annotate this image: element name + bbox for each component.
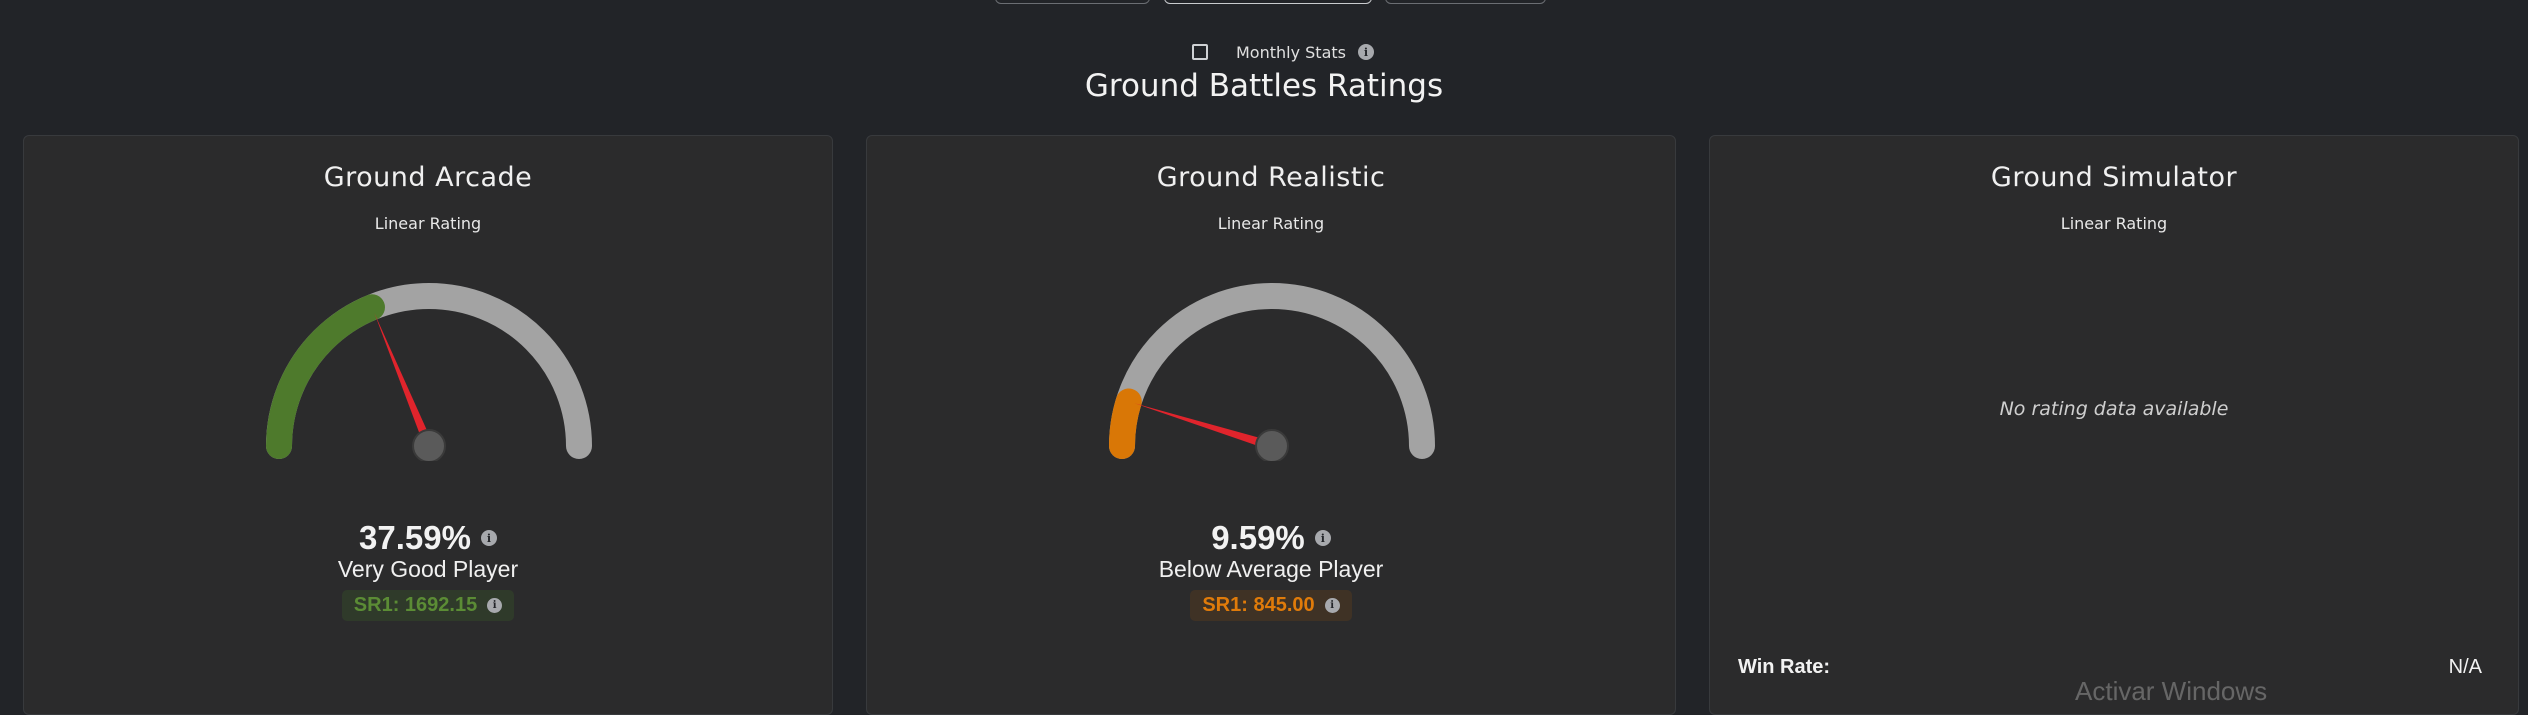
win-rate-label: Win Rate:	[1738, 656, 1831, 678]
top-tab-left[interactable]	[995, 0, 1150, 4]
sr-badge: SR1: 845.00 i	[1190, 590, 1352, 621]
rating-card-ground-simulator: Ground Simulator Linear Rating No rating…	[1709, 135, 2519, 715]
gauge-needle	[1134, 403, 1274, 451]
gauge-hub	[412, 429, 446, 461]
gauge-track	[1109, 283, 1435, 459]
gauge-value-arc	[266, 294, 385, 459]
sr-row: SR1: 845.00 i	[867, 590, 1675, 621]
info-icon[interactable]: i	[487, 598, 503, 613]
monthly-stats-checkbox[interactable]	[1192, 44, 1208, 60]
info-icon[interactable]: i	[1314, 530, 1331, 546]
sr-row: SR1: 1692.15 i	[24, 590, 832, 621]
os-activation-watermark: Activar Windows	[2075, 676, 2268, 706]
rating-card-ground-arcade: Ground Arcade Linear Rating 37.59% i Ver…	[23, 135, 833, 715]
sr-value: SR1: 1692.15	[353, 594, 478, 616]
info-icon[interactable]: i	[1358, 44, 1374, 60]
top-tab-active[interactable]	[1164, 0, 1372, 4]
info-icon[interactable]: i	[480, 530, 497, 546]
monthly-stats-toggle[interactable]: Monthly Stats i	[1192, 40, 1374, 64]
card-title: Ground Simulator	[1990, 162, 2238, 193]
top-tab-bar	[0, 0, 2528, 6]
monthly-stats-label: Monthly Stats	[1236, 42, 1346, 62]
card-subtitle: Linear Rating	[2060, 214, 2168, 233]
percent-row: 9.59% i	[867, 519, 1675, 557]
page-title: Ground Battles Ratings	[1084, 68, 1444, 104]
rating-percent: 9.59%	[1211, 519, 1305, 556]
rating-gauge	[1109, 283, 1435, 461]
gauge-track	[266, 283, 592, 459]
rating-card-ground-realistic: Ground Realistic Linear Rating 9.59% i B…	[866, 135, 1676, 715]
top-tab-right[interactable]	[1385, 0, 1546, 4]
no-data-message: No rating data available	[1999, 398, 2229, 420]
info-icon[interactable]: i	[1324, 598, 1340, 613]
rating-percent: 37.59%	[359, 519, 471, 556]
gauge-value-arc	[1109, 388, 1142, 459]
gauge-needle	[374, 312, 434, 448]
card-subtitle: Linear Rating	[1217, 214, 1325, 233]
win-rate-value: N/A	[2448, 656, 2482, 678]
card-subtitle: Linear Rating	[374, 214, 482, 233]
rating-label: Very Good Player	[337, 556, 519, 582]
gauge-hub	[1255, 429, 1289, 461]
percent-row: 37.59% i	[24, 519, 832, 557]
sr-badge: SR1: 1692.15 i	[341, 590, 515, 621]
rating-label: Below Average Player	[1158, 556, 1384, 582]
rating-gauge	[266, 283, 592, 461]
card-title: Ground Realistic	[1156, 162, 1386, 193]
card-title: Ground Arcade	[323, 162, 533, 193]
sr-value: SR1: 845.00	[1202, 594, 1315, 616]
